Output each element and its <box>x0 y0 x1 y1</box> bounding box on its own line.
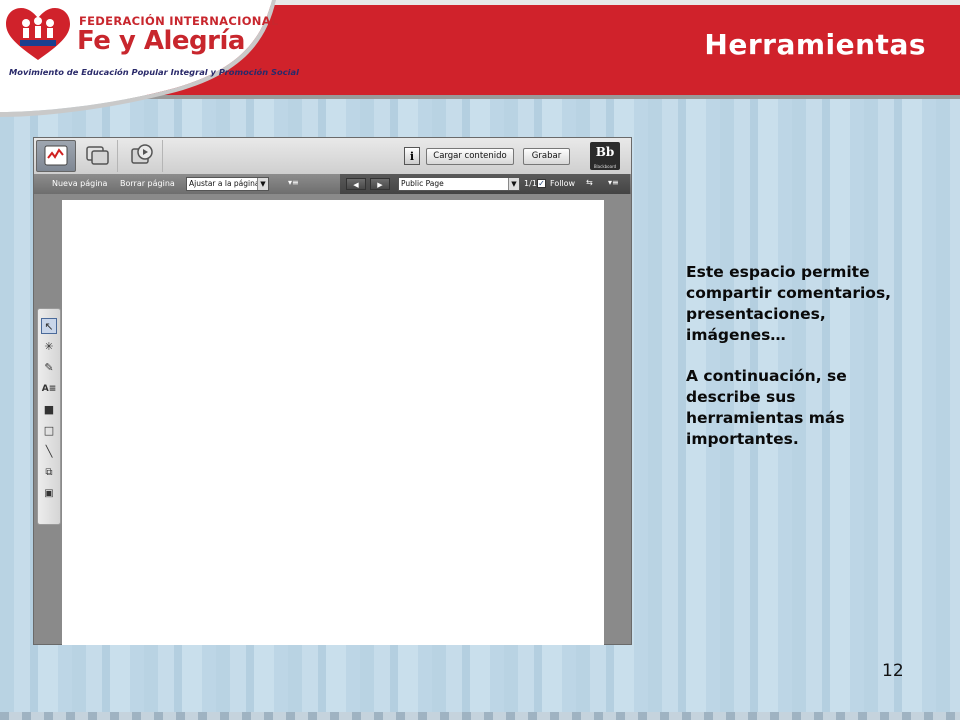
slide-body-text: Este espacio permite compartir comentari… <box>686 262 906 470</box>
body-paragraph-1: Este espacio permite compartir comentari… <box>686 263 892 344</box>
page-select[interactable]: Public Page ▼ <box>398 177 520 191</box>
chevron-down-icon: ▼ <box>508 178 519 190</box>
info-icon[interactable]: i <box>404 147 420 165</box>
menu-options-icon[interactable]: ▾≡ <box>608 178 619 187</box>
chevron-down-icon: ▼ <box>257 178 268 190</box>
whiteboard-icon[interactable] <box>36 140 76 172</box>
menu-options-icon[interactable]: ▾≡ <box>288 178 299 187</box>
sync-arrows-icon[interactable]: ⇆ <box>586 178 593 187</box>
new-page-button[interactable]: Nueva página <box>52 179 107 188</box>
delete-page-button[interactable]: Borrar página <box>120 179 175 188</box>
follow-label: Follow <box>550 179 576 188</box>
line-icon[interactable]: ╲ <box>41 444 57 460</box>
whiteboard-canvas[interactable] <box>62 200 604 645</box>
eraser-icon[interactable]: ✎ <box>41 360 57 376</box>
previous-page-icon[interactable]: ◀ <box>346 178 366 190</box>
page-number: 12 <box>882 661 904 681</box>
page-controls-bar: Nueva página Borrar página Ajustar a la … <box>34 174 631 194</box>
select-arrow-icon[interactable]: ↖ <box>41 318 57 334</box>
screenshot-icon[interactable]: ⧉ <box>41 465 57 481</box>
record-button[interactable]: Grabar <box>523 148 570 165</box>
blackboard-logo-text: Bb <box>595 145 615 159</box>
next-page-icon[interactable]: ▶ <box>370 178 390 190</box>
blackboard-logo-subtext: Blackboard <box>593 164 617 169</box>
page-select-value: Public Page <box>401 179 444 188</box>
zoom-select-value: Ajustar a la página <box>189 179 260 188</box>
logo-tagline-text: Movimiento de Educación Popular Integral… <box>9 67 299 77</box>
blackboard-logo: Bb Blackboard <box>590 142 620 170</box>
logo-name-text: Fe y Alegría <box>77 26 245 56</box>
page-navigation-group: ◀ ▶ Public Page ▼ 1/1 ✓ Follow ⇆ ▾≡ <box>340 174 630 194</box>
web-tour-icon[interactable] <box>123 140 163 172</box>
text-icon[interactable]: A≡ <box>41 381 57 397</box>
slide-title: Herramientas <box>704 28 926 61</box>
application-share-icon[interactable] <box>78 140 118 172</box>
laser-pointer-icon[interactable]: ✳ <box>41 339 57 355</box>
filled-rectangle-icon[interactable]: ■ <box>41 402 57 418</box>
load-content-button[interactable]: Cargar contenido <box>426 148 514 165</box>
follow-checkbox[interactable]: ✓ <box>537 179 546 188</box>
zoom-select[interactable]: Ajustar a la página ▼ <box>186 177 269 191</box>
image-icon[interactable]: ▣ <box>41 486 57 502</box>
bottom-strip <box>0 712 960 720</box>
drawing-toolbox: ↖ ✳ ✎ A≡ ■ □ ╲ ⧉ ▣ <box>37 308 61 525</box>
app-toolbar: i Cargar contenido Grabar Bb Blackboard <box>34 138 631 175</box>
rectangle-icon[interactable]: □ <box>41 423 57 439</box>
page-counter: 1/1 <box>524 179 537 188</box>
body-paragraph-2: A continuación, se describe sus herramie… <box>686 367 847 448</box>
collaborate-app-window: i Cargar contenido Grabar Bb Blackboard … <box>33 137 632 645</box>
